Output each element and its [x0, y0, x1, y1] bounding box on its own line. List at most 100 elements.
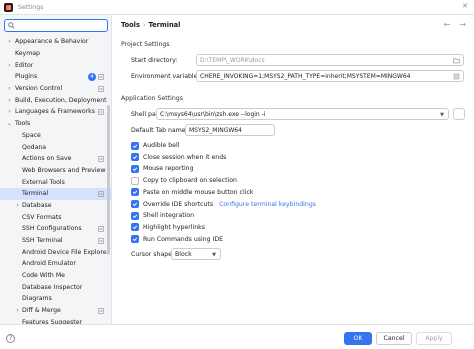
checkmark-icon [132, 190, 138, 195]
sidebar-item[interactable]: Space [0, 130, 112, 142]
checkmark-icon [132, 237, 138, 242]
sidebar-item[interactable]: › Build, Execution, Deployment [0, 94, 112, 106]
sidebar-item[interactable]: Qodana [0, 141, 112, 153]
search-icon [8, 22, 15, 29]
app-logo-icon [4, 2, 13, 12]
env-vars-field[interactable]: CHERE_INVOKING=1;MSYS2_PATH_TYPE=inherit… [196, 70, 464, 82]
sidebar-item[interactable]: External Tools [0, 176, 112, 188]
chevron-down-icon[interactable]: ⌄ [6, 120, 13, 127]
sidebar-item[interactable]: Code With Me [0, 270, 112, 282]
sidebar-item[interactable]: Terminal [0, 187, 112, 200]
window-title: Settings [18, 3, 44, 11]
sidebar-item-label: Android Emulator [22, 260, 77, 268]
project-scope-icon [98, 109, 104, 115]
chevron-right-icon[interactable]: › [6, 62, 13, 69]
sidebar-item[interactable]: › Languages & Frameworks [0, 106, 112, 118]
sidebar-item[interactable]: › Version Control [0, 83, 112, 95]
sidebar-item-label: Android Device File Explorer [22, 248, 110, 256]
sidebar-item[interactable]: › Diff & Merge [0, 305, 112, 317]
chevron-right-icon[interactable]: › [14, 307, 21, 314]
ok-button[interactable]: OK [344, 332, 372, 345]
sidebar-item[interactable]: Web Browsers and Preview [0, 165, 112, 177]
tab-name-field[interactable]: MSYS2_MINGW64 [185, 124, 275, 136]
project-scope-icon [98, 308, 104, 314]
checkbox-unchecked[interactable] [131, 176, 139, 185]
sidebar-item[interactable]: CSV Formats [0, 211, 112, 223]
sidebar-item[interactable]: Diagrams [0, 293, 112, 305]
checkbox-checked[interactable] [131, 188, 139, 197]
checkbox-checked[interactable] [131, 200, 139, 208]
settings-search-box[interactable] [4, 19, 108, 32]
option-row[interactable]: Audible bell [131, 140, 179, 151]
start-directory-value: D:\TEMP\_WORK\docs [200, 56, 265, 64]
chevron-down-icon[interactable]: ▼ [440, 112, 444, 118]
option-label: Highlight hyperlinks [143, 223, 205, 231]
chevron-down-icon[interactable]: ▼ [212, 252, 216, 258]
sidebar-item[interactable]: SSH Terminal [0, 235, 112, 247]
sidebar-item[interactable]: Android Emulator [0, 258, 112, 270]
forward-arrow-icon[interactable]: → [459, 20, 466, 29]
sidebar-item[interactable]: SSH Configurations [0, 223, 112, 235]
sidebar-item[interactable]: › Appearance & Behavior [0, 36, 112, 48]
option-row[interactable]: Override IDE shortcuts Configure terminal… [131, 199, 316, 210]
browse-shell-button[interactable] [453, 108, 465, 120]
checkbox-checked[interactable] [131, 223, 139, 232]
chevron-right-icon[interactable]: › [6, 97, 13, 104]
tab-name-label: Default Tab name: [131, 127, 188, 134]
cancel-button[interactable]: Cancel [376, 332, 412, 345]
checkmark-icon [132, 214, 138, 218]
settings-content: Tools › Terminal ← → Project Settings Star… [113, 15, 474, 349]
close-window-icon[interactable]: ✕ [462, 2, 468, 10]
sidebar-item-label: SSH Terminal [22, 237, 63, 245]
checkbox-checked[interactable] [131, 211, 139, 220]
breadcrumb: Tools › Terminal [121, 21, 180, 29]
sidebar-item[interactable]: Database Inspector [0, 281, 112, 293]
cursor-shape-select[interactable]: Block ▼ [171, 248, 221, 260]
chevron-right-icon[interactable]: › [6, 85, 13, 92]
checkmark-icon [132, 143, 138, 148]
shell-path-field[interactable]: C:\msys64\usr\bin\zsh.exe --login -i ▼ [156, 108, 449, 120]
sidebar-item-label: Plugins [15, 73, 38, 81]
cursor-shape-label: Cursor shape: [131, 251, 175, 258]
sidebar-item-label: Database Inspector [22, 283, 83, 291]
checkbox-checked[interactable] [131, 141, 139, 150]
option-row[interactable]: Paste on middle mouse button click [131, 187, 253, 198]
sidebar-item[interactable]: ⌄ Tools [0, 118, 112, 130]
chevron-right-icon[interactable]: › [6, 108, 13, 115]
option-label: Audible bell [143, 142, 180, 149]
configure-keybindings-link[interactable]: Configure terminal keybindings [219, 201, 316, 208]
chevron-right-icon[interactable]: › [14, 202, 21, 209]
breadcrumb-parent[interactable]: Tools [121, 21, 140, 29]
option-row[interactable]: Run Commands using IDE [131, 234, 223, 245]
chevron-right-icon[interactable]: › [6, 38, 13, 45]
option-row[interactable]: Shell integration [131, 210, 194, 221]
help-icon[interactable]: ? [6, 334, 15, 343]
checkmark-icon [132, 202, 138, 207]
back-arrow-icon[interactable]: ← [444, 20, 451, 29]
apply-button[interactable]: Apply [416, 332, 452, 345]
option-label: Override IDE shortcuts [143, 200, 214, 208]
sidebar-item[interactable]: Android Device File Explorer [0, 246, 112, 258]
checkbox-checked[interactable] [131, 164, 139, 173]
checkmark-icon [132, 155, 138, 160]
option-label: Close session when it ends [143, 153, 227, 161]
folder-icon[interactable] [453, 57, 460, 64]
sidebar-item[interactable]: Plugins 4 [0, 71, 112, 83]
checkbox-checked[interactable] [131, 235, 139, 244]
edit-list-icon[interactable] [453, 73, 460, 80]
option-row[interactable]: Mouse reporting [131, 163, 194, 174]
option-row[interactable]: Copy to clipboard on selection [131, 175, 237, 186]
dialog-footer: ? OK Cancel Apply [0, 324, 474, 349]
sidebar-item[interactable]: › Database [0, 200, 112, 212]
sidebar-item[interactable]: Actions on Save [0, 153, 112, 165]
settings-search-input[interactable] [18, 22, 106, 29]
option-row[interactable]: Highlight hyperlinks [131, 222, 205, 233]
option-row[interactable]: Close session when it ends [131, 152, 226, 163]
breadcrumb-separator: › [142, 21, 146, 29]
checkbox-checked[interactable] [131, 153, 139, 162]
sidebar-item[interactable]: › Editor [0, 59, 112, 71]
sidebar-item[interactable]: Keymap [0, 48, 112, 60]
start-directory-field[interactable]: D:\TEMP\_WORK\docs [196, 54, 464, 66]
sidebar-scrollbar[interactable] [107, 105, 110, 255]
settings-sidebar: › Appearance & Behavior Keymap › Editor Plugi… [0, 15, 112, 349]
